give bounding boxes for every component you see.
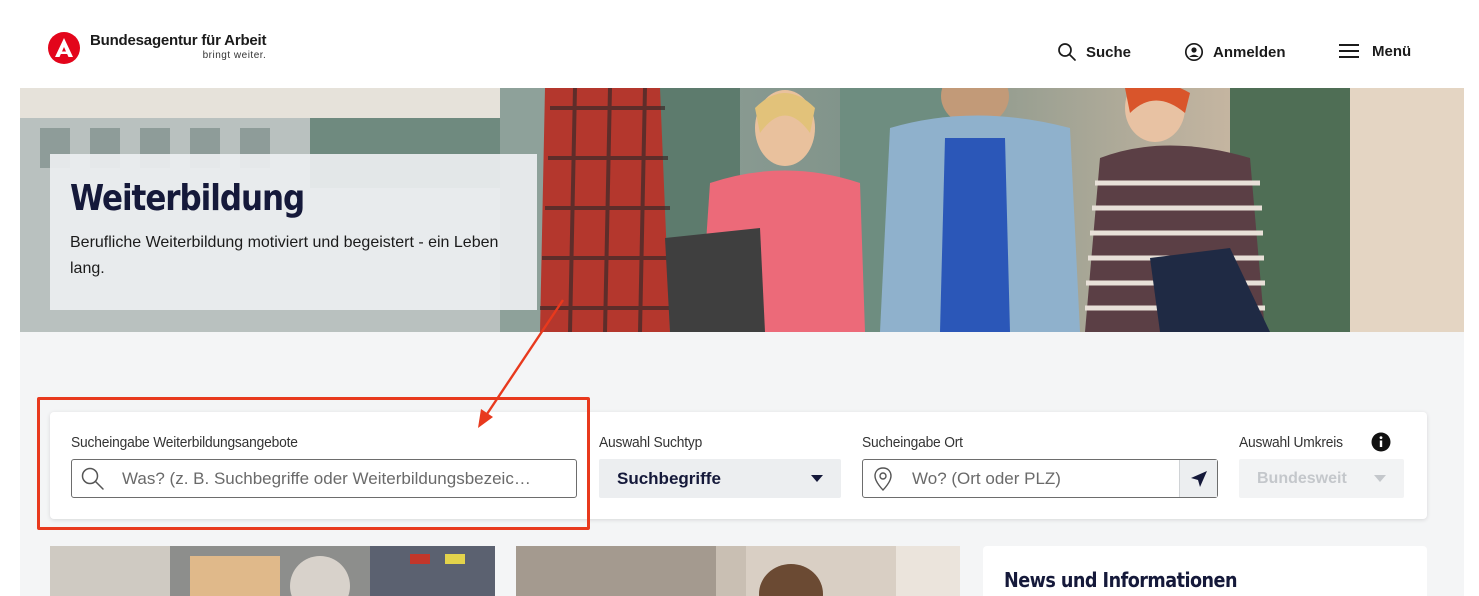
news-title: News und Informationen <box>1004 568 1237 592</box>
search-type-value: Suchbegriffe <box>617 468 721 488</box>
locate-me-button[interactable] <box>1179 460 1217 497</box>
nav-search-button[interactable]: Suche <box>1057 42 1131 62</box>
user-icon <box>1184 42 1204 62</box>
nav-login-button[interactable]: Anmelden <box>1184 42 1286 62</box>
logo[interactable]: Bundesagentur für Arbeit bringt weiter. <box>48 32 267 64</box>
hero-title: Weiterbildung <box>70 178 305 219</box>
logo-tagline: bringt weiter. <box>202 50 267 61</box>
chevron-down-icon <box>1374 474 1386 482</box>
radius-label: Auswahl Umkreis <box>1239 434 1343 451</box>
keyword-search-input[interactable]: Was? (z. B. Suchbegriffe oder Weiterbild… <box>71 459 577 498</box>
search-type-select[interactable]: Suchbegriffe <box>599 459 841 498</box>
logo-text: Bundesagentur für Arbeit bringt weiter. <box>90 32 267 61</box>
hero-text-card: Weiterbildung Berufliche Weiterbildung m… <box>50 154 537 310</box>
search-type-label: Auswahl Suchtyp <box>599 434 703 451</box>
location-pin-icon <box>874 466 892 491</box>
keyword-search-placeholder: Was? (z. B. Suchbegriffe oder Weiterbild… <box>122 468 531 488</box>
teaser-image-2[interactable] <box>516 546 960 596</box>
nav-search-label: Suche <box>1086 43 1132 61</box>
teaser-image-2-graphic <box>516 546 960 596</box>
location-search-placeholder: Wo? (Ort oder PLZ) <box>912 468 1061 488</box>
logo-title: Bundesagentur für Arbeit <box>90 32 267 49</box>
hero-description: Berufliche Weiterbildung motiviert und b… <box>70 234 499 277</box>
radius-value: Bundesweit <box>1257 469 1347 487</box>
teaser-image-1-graphic <box>50 546 495 596</box>
info-icon[interactable] <box>1371 432 1391 452</box>
locate-arrow-icon <box>1190 470 1207 487</box>
nav-login-label: Anmelden <box>1213 43 1286 61</box>
chevron-down-icon <box>811 474 823 482</box>
hero-banner: Weiterbildung Berufliche Weiterbildung m… <box>20 88 1464 332</box>
site-header: Bundesagentur für Arbeit bringt weiter. … <box>0 0 1479 88</box>
location-search-input[interactable]: Wo? (Ort oder PLZ) <box>862 459 1218 498</box>
logo-mark-icon <box>48 32 80 64</box>
nav-menu-button[interactable]: Menü <box>1339 42 1411 60</box>
location-search-label: Sucheingabe Ort <box>862 434 963 451</box>
magnifier-icon <box>81 467 104 490</box>
menu-icon <box>1339 44 1359 58</box>
nav-menu-label: Menü <box>1372 42 1412 60</box>
search-icon <box>1058 43 1076 61</box>
keyword-search-label: Sucheingabe Weiterbildungsangebote <box>71 434 298 451</box>
teaser-image-1[interactable] <box>50 546 495 596</box>
radius-select[interactable]: Bundesweit <box>1239 459 1404 498</box>
news-card: News und Informationen <box>983 546 1427 596</box>
